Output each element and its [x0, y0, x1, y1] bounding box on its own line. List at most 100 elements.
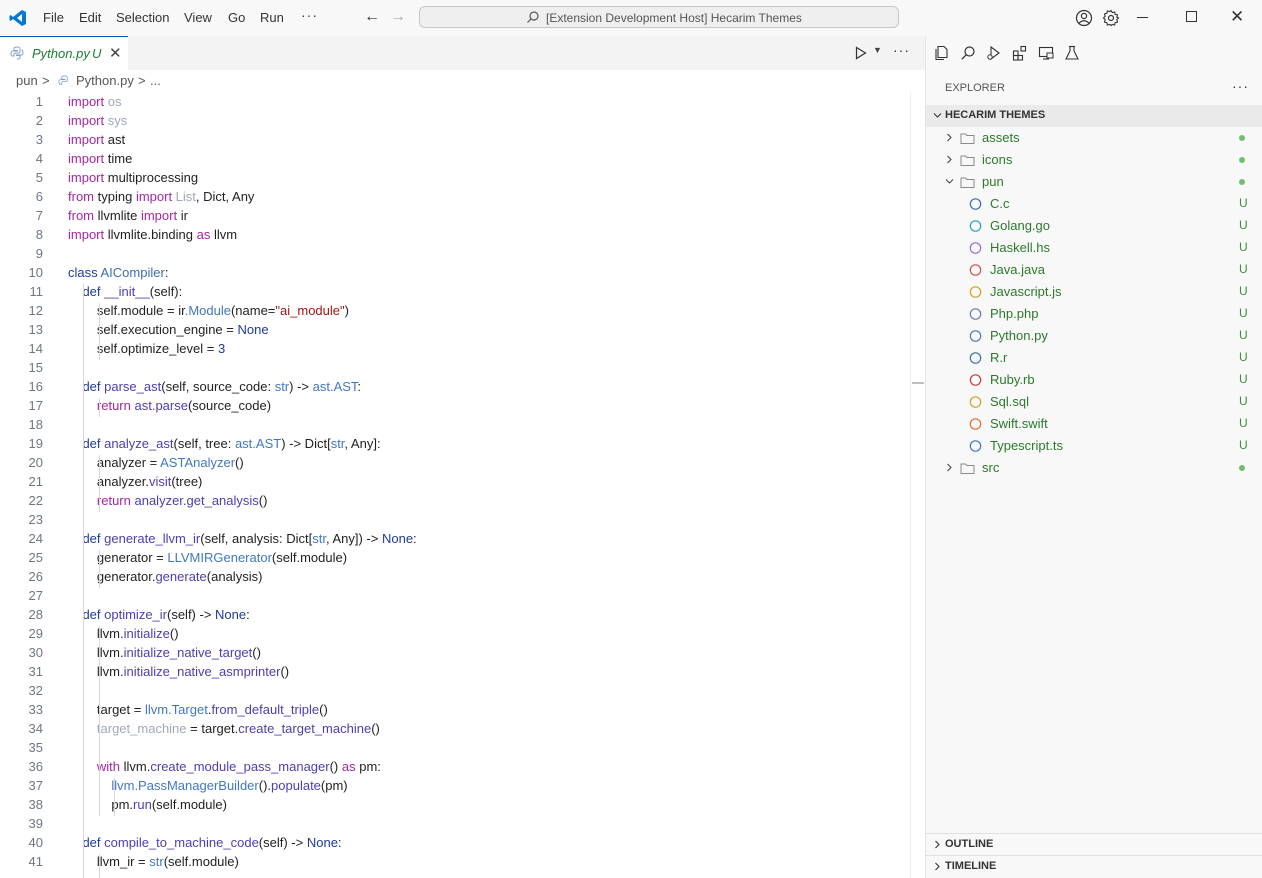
file-item-golang-go[interactable]: Golang.go U [926, 215, 1262, 237]
code-line[interactable]: import sys [68, 113, 127, 128]
menu-more-button[interactable]: ··· [301, 7, 318, 23]
file-item-c-c[interactable]: C.c U [926, 193, 1262, 215]
run-play-icon[interactable] [855, 46, 867, 60]
explorer-files-icon[interactable] [934, 45, 950, 61]
code-line[interactable]: with llvm.create_module_pass_manager() a… [68, 759, 381, 774]
folder-item-assets[interactable]: assets [926, 127, 1262, 149]
code-line[interactable]: import time [68, 151, 132, 166]
editor-scrollbar[interactable] [910, 92, 926, 878]
code-line[interactable]: from typing import List, Dict, Any [68, 189, 254, 204]
vscode-logo-icon[interactable] [9, 9, 27, 27]
chevron-down-icon[interactable] [945, 177, 954, 186]
file-item-java-java[interactable]: Java.java U [926, 259, 1262, 281]
code-line[interactable]: llvm.initialize_native_asmprinter() [68, 664, 289, 679]
code-line[interactable]: analyzer.visit(tree) [68, 474, 203, 489]
file-item-sql-sql[interactable]: Sql.sql U [926, 391, 1262, 413]
code-line[interactable]: llvm_ir = str(self.module) [68, 854, 239, 869]
back-arrow-icon[interactable]: ← [364, 8, 380, 26]
code-line[interactable]: def parse_ast(self, source_code: str) ->… [68, 379, 361, 394]
command-center-search[interactable]: [Extension Development Host] Hecarim The… [419, 6, 899, 28]
file-item-haskell-hs[interactable]: Haskell.hs U [926, 237, 1262, 259]
code-token: str [312, 531, 326, 546]
code-line[interactable]: from llvmlite import ir [68, 208, 188, 223]
java-java-file-icon [969, 264, 982, 276]
tab-python-py[interactable]: Python.py U ✕ [0, 36, 128, 70]
c-c-file-icon [969, 198, 982, 210]
timeline-section-header[interactable]: TIMELINE [926, 855, 1262, 877]
code-line[interactable]: import ast [68, 132, 125, 147]
code-line[interactable]: self.optimize_level = 3 [68, 341, 225, 356]
file-item-php-php[interactable]: Php.php U [926, 303, 1262, 325]
run-debug-icon[interactable] [986, 45, 1002, 61]
file-item-javascript-js[interactable]: Javascript.js U [926, 281, 1262, 303]
workspace-header[interactable]: HECARIM THEMES [926, 105, 1262, 127]
chevron-right-icon[interactable] [945, 155, 954, 164]
breadcrumb-separator: > [138, 73, 146, 88]
search-icon[interactable] [960, 45, 976, 61]
code-line[interactable]: generator = LLVMIRGenerator(self.module) [68, 550, 347, 565]
breadcrumb-file[interactable]: Python.py [76, 73, 134, 88]
folder-item-src[interactable]: src [926, 457, 1262, 479]
code-line[interactable]: llvm.initialize_native_target() [68, 645, 261, 660]
folder-item-pun[interactable]: pun [926, 171, 1262, 193]
chevron-right-icon[interactable] [945, 463, 954, 472]
remote-explorer-icon[interactable] [1038, 45, 1054, 61]
file-item-typescript-ts[interactable]: Typescript.ts U [926, 435, 1262, 457]
minimize-button[interactable] [1137, 17, 1148, 18]
code-line[interactable]: import llvmlite.binding as llvm [68, 227, 237, 242]
account-icon[interactable] [1075, 9, 1093, 27]
breadcrumb-symbol[interactable]: ... [150, 73, 161, 88]
extensions-icon[interactable] [1012, 45, 1028, 61]
code-editor[interactable]: 1 import os 2 import sys 3 import ast 4 import … [0, 92, 910, 878]
code-token: generate_llvm_ir [104, 531, 201, 546]
code-line[interactable]: self.module = ir.Module(name="ai_module"… [68, 303, 349, 318]
menu-selection[interactable]: Selection [116, 10, 169, 25]
menu-go[interactable]: Go [228, 10, 245, 25]
folder-item-icons[interactable]: icons [926, 149, 1262, 171]
line-number: 21 [28, 474, 43, 489]
code-line[interactable]: def compile_to_machine_code(self) -> Non… [68, 835, 341, 850]
outline-section-header[interactable]: OUTLINE [926, 833, 1262, 855]
maximize-button[interactable] [1186, 11, 1197, 22]
file-item-r-r[interactable]: R.r U [926, 347, 1262, 369]
testing-flask-icon[interactable] [1064, 45, 1080, 61]
code-line[interactable]: class AICompiler: [68, 265, 168, 280]
scrollbar-thumb[interactable] [912, 382, 924, 384]
code-line[interactable]: target = llvm.Target.from_default_triple… [68, 702, 328, 717]
menu-run[interactable]: Run [260, 10, 284, 25]
file-item-python-py[interactable]: Python.py U [926, 325, 1262, 347]
code-line[interactable]: def generate_llvm_ir(self, analysis: Dic… [68, 531, 416, 546]
file-item-swift-swift[interactable]: Swift.swift U [926, 413, 1262, 435]
file-item-ruby-rb[interactable]: Ruby.rb U [926, 369, 1262, 391]
code-line[interactable]: generator.generate(analysis) [68, 569, 263, 584]
explorer-more-actions-button[interactable]: ··· [1232, 78, 1249, 94]
close-window-button[interactable]: ✕ [1230, 7, 1244, 27]
menu-view[interactable]: View [184, 10, 212, 25]
line-number: 5 [35, 170, 43, 185]
tab-close-icon[interactable]: ✕ [109, 44, 122, 62]
chevron-right-icon[interactable] [945, 133, 954, 142]
gear-icon[interactable] [1102, 9, 1120, 27]
code-line[interactable]: def __init__(self): [68, 284, 182, 299]
code-line[interactable]: def optimize_ir(self) -> None: [68, 607, 249, 622]
code-line[interactable]: pm.run(self.module) [68, 797, 227, 812]
code-line[interactable]: target_machine = target.create_target_ma… [68, 721, 380, 736]
sql-sql-file-icon [969, 396, 982, 408]
menu-file[interactable]: File [43, 10, 64, 25]
menu-edit[interactable]: Edit [79, 10, 101, 25]
code-line[interactable]: analyzer = ASTAnalyzer() [68, 455, 244, 470]
breadcrumb-folder[interactable]: pun [16, 73, 38, 88]
tree-item-label: Python.py [990, 328, 1048, 343]
code-line[interactable]: import os [68, 94, 121, 109]
run-dropdown-chevron-icon[interactable]: ▼ [873, 45, 882, 55]
code-line[interactable]: return analyzer.get_analysis() [68, 493, 268, 508]
code-line[interactable]: llvm.PassManagerBuilder().populate(pm) [68, 778, 347, 793]
tree-item-label: src [982, 460, 1000, 475]
forward-arrow-icon[interactable]: → [390, 8, 406, 26]
code-line[interactable]: llvm.initialize() [68, 626, 179, 641]
code-line[interactable]: import multiprocessing [68, 170, 198, 185]
editor-more-actions-button[interactable]: ··· [893, 42, 910, 58]
code-line[interactable]: def analyze_ast(self, tree: ast.AST) -> … [68, 436, 380, 451]
